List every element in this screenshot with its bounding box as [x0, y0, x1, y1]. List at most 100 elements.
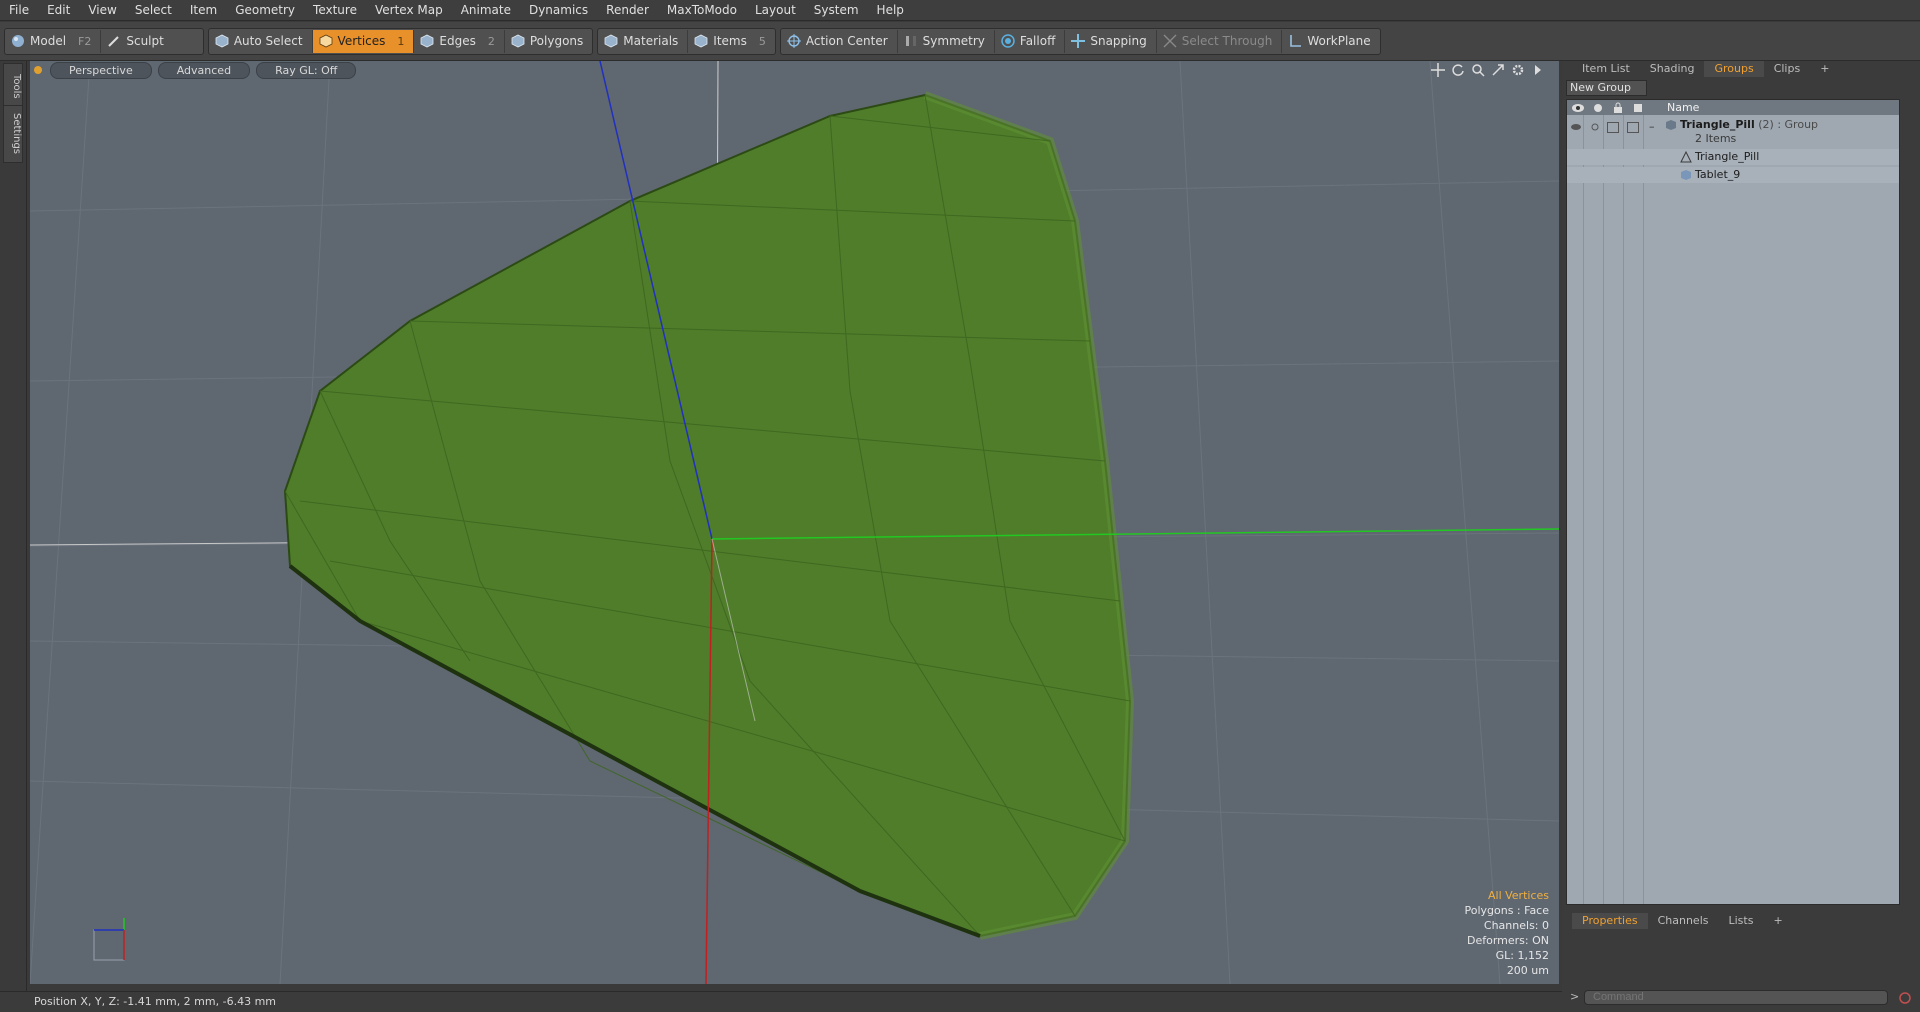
model-label: Model: [30, 34, 67, 48]
new-group-button[interactable]: New Group: [1566, 80, 1647, 96]
crosshair-icon: [786, 34, 801, 48]
workplane-button[interactable]: WorkPlane: [1282, 30, 1379, 53]
child-item-name: Triangle_Pill: [1695, 150, 1760, 163]
snapping-button[interactable]: Snapping: [1065, 29, 1157, 53]
maximize-icon[interactable]: [1491, 63, 1505, 77]
viewport-options-dot[interactable]: [34, 66, 42, 74]
eye-icon[interactable]: [1571, 102, 1585, 114]
select-through-label: Select Through: [1181, 34, 1273, 48]
bottom-panel-tabs: Properties Channels Lists +: [1562, 913, 1920, 929]
tab-properties[interactable]: Properties: [1572, 913, 1648, 929]
column-divider: [1603, 115, 1604, 904]
edges-shortcut: 2: [487, 34, 495, 48]
model-shortcut: F2: [78, 34, 92, 48]
tab-shading[interactable]: Shading: [1640, 61, 1705, 77]
list-item[interactable]: Tablet_9: [1567, 167, 1899, 183]
vertices-label: Vertices: [337, 34, 386, 48]
tab-lists[interactable]: Lists: [1719, 913, 1764, 929]
menu-dynamics[interactable]: Dynamics: [520, 0, 597, 20]
materials-button[interactable]: Materials: [598, 29, 689, 53]
3d-viewport[interactable]: Perspective Advanced Ray GL: Off All Ver…: [30, 61, 1559, 984]
grid-scale-info: 200 um: [1506, 964, 1549, 977]
command-input[interactable]: [1584, 990, 1888, 1005]
polygons-button[interactable]: Polygons: [505, 30, 592, 53]
gear-icon[interactable]: [1511, 63, 1525, 77]
menu-texture[interactable]: Texture: [304, 0, 366, 20]
tab-groups[interactable]: Groups: [1704, 61, 1764, 77]
menu-file[interactable]: File: [0, 0, 38, 20]
left-tab-strip: Tools Settings: [0, 61, 27, 991]
menu-layout[interactable]: Layout: [746, 0, 805, 20]
list-item[interactable]: Triangle_Pill: [1567, 149, 1899, 165]
menu-system[interactable]: System: [805, 0, 868, 20]
menu-select[interactable]: Select: [126, 0, 181, 20]
render-icon[interactable]: [1591, 102, 1605, 114]
polygons-label: Polygons: [529, 34, 584, 48]
column-divider: [1583, 115, 1584, 904]
menu-maxtomodo[interactable]: MaxToModo: [658, 0, 746, 20]
viewport-scene: [30, 61, 1559, 984]
axis-orientation-gizmo: [93, 918, 125, 961]
main-toolbar: Model F2 Sculpt Auto Select Vertices 1 E…: [0, 22, 1920, 61]
group-name: Triangle_Pill: [1680, 118, 1755, 131]
symmetry-icon: [905, 36, 916, 46]
snapping-label: Snapping: [1090, 34, 1147, 48]
snap-icon: [1071, 34, 1086, 48]
menu-view[interactable]: View: [79, 0, 125, 20]
triangle-pill-mesh[interactable]: [283, 91, 1135, 940]
tab-channels[interactable]: Channels: [1648, 913, 1719, 929]
viewport-nav-icons: [1431, 63, 1545, 77]
tools-tab[interactable]: Tools: [3, 63, 23, 109]
lock-icon[interactable]: [1611, 102, 1625, 114]
action-center-button[interactable]: Action Center: [781, 29, 898, 53]
edges-button[interactable]: Edges 2: [414, 29, 505, 53]
menu-animate[interactable]: Animate: [452, 0, 520, 20]
expand-arrow-icon[interactable]: [1531, 63, 1545, 77]
zoom-icon[interactable]: [1471, 63, 1485, 77]
add-bottom-tab-icon[interactable]: +: [1763, 913, 1792, 929]
auto-select-button[interactable]: Auto Select: [209, 29, 313, 53]
menu-item[interactable]: Item: [181, 0, 226, 20]
menu-help[interactable]: Help: [868, 0, 913, 20]
sculpt-button[interactable]: Sculpt: [101, 30, 202, 53]
shading-mode-dropdown[interactable]: Advanced: [157, 61, 251, 79]
menu-edit[interactable]: Edit: [38, 0, 79, 20]
menu-geometry[interactable]: Geometry: [226, 0, 304, 20]
select-icon[interactable]: [1631, 102, 1645, 114]
model-button[interactable]: Model F2: [5, 29, 102, 53]
edges-label: Edges: [439, 34, 476, 48]
selection-info: All Vertices: [1487, 889, 1549, 902]
view-type-dropdown[interactable]: Perspective: [50, 61, 152, 79]
item-mode-group: Materials Items 5: [597, 27, 776, 55]
lock-checkbox[interactable]: [1607, 122, 1619, 133]
falloff-label: Falloff: [1019, 34, 1056, 48]
add-tab-icon[interactable]: +: [1810, 61, 1839, 77]
visibility-eye-icon[interactable]: [1570, 122, 1582, 132]
tab-clips[interactable]: Clips: [1764, 61, 1811, 77]
render-toggle-icon[interactable]: [1589, 122, 1601, 132]
settings-tab[interactable]: Settings: [3, 105, 23, 163]
group-row[interactable]: – Triangle_Pill (2) : Group 2 Items: [1567, 116, 1899, 146]
items-button[interactable]: Items 5: [688, 30, 775, 53]
group-items-count: 2 Items: [1695, 132, 1737, 145]
select-through-icon: [1163, 34, 1177, 48]
panel-tabs: Item List Shading Groups Clips +: [1562, 61, 1920, 77]
select-through-button[interactable]: Select Through: [1157, 29, 1283, 53]
tab-item-list[interactable]: Item List: [1572, 61, 1640, 77]
auto-select-label: Auto Select: [233, 34, 303, 48]
menu-render[interactable]: Render: [597, 0, 658, 20]
vertices-button[interactable]: Vertices 1: [312, 29, 415, 53]
select-checkbox[interactable]: [1627, 122, 1639, 133]
pan-icon[interactable]: [1431, 63, 1445, 77]
falloff-button[interactable]: Falloff: [995, 29, 1066, 53]
group-type: : Group: [1777, 118, 1819, 131]
menu-vertex-map[interactable]: Vertex Map: [366, 0, 452, 20]
expand-toggle[interactable]: –: [1649, 120, 1655, 133]
name-column-header: Name: [1667, 101, 1700, 114]
position-readout: Position X, Y, Z: -1.41 mm, 2 mm, -6.43 …: [34, 995, 276, 1008]
raygl-toggle[interactable]: Ray GL: Off: [256, 61, 357, 79]
deformers-info: Deformers: ON: [1467, 934, 1549, 947]
rotate-icon[interactable]: [1451, 63, 1465, 77]
symmetry-button[interactable]: Symmetry: [898, 29, 995, 53]
command-record-icon[interactable]: [1898, 991, 1912, 1005]
